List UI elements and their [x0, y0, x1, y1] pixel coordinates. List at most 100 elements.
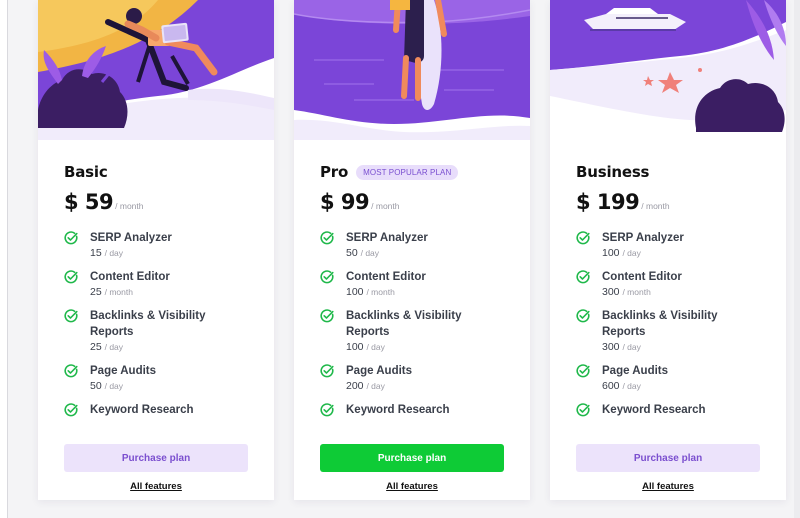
quantity-value: 300	[602, 341, 620, 353]
feature-quantity: 25 / month	[90, 285, 170, 300]
feature-item: Content Editor 25 / month	[64, 269, 248, 300]
purchase-plan-button[interactable]: Purchase plan	[64, 444, 248, 472]
check-circle-icon	[320, 309, 334, 323]
purchase-plan-button[interactable]: Purchase plan	[320, 444, 504, 472]
feature-quantity: 15 / day	[90, 246, 172, 261]
feature-quantity: 100 / day	[602, 246, 684, 261]
quantity-value: 25	[90, 286, 102, 298]
scrollbar-track[interactable]	[794, 0, 800, 518]
price-period: / month	[641, 201, 670, 211]
feature-item: Backlinks & Visibility Reports 300 / day	[576, 308, 760, 355]
quantity-value: 600	[602, 380, 620, 392]
check-circle-icon	[576, 364, 590, 378]
feature-quantity: 50 / day	[90, 379, 156, 394]
feature-quantity: 50 / day	[346, 246, 428, 261]
feature-item: Content Editor 300 / month	[576, 269, 760, 300]
quantity-value: 100	[602, 247, 620, 259]
quantity-unit: / day	[366, 342, 385, 352]
feature-quantity: 100 / day	[346, 340, 504, 355]
check-circle-icon	[320, 403, 334, 417]
plan-card-pro: Pro MOST POPULAR PLAN $ 99 / month SERP …	[294, 0, 530, 500]
feature-quantity: 100 / month	[346, 285, 426, 300]
feature-name: SERP Analyzer	[90, 232, 172, 244]
quantity-value: 200	[346, 380, 364, 392]
quantity-value: 15	[90, 247, 102, 259]
feature-name: Keyword Research	[602, 404, 706, 416]
feature-list: SERP Analyzer 50 / day Content Editor 10…	[320, 230, 504, 418]
check-circle-icon	[576, 403, 590, 417]
plan-title: Basic	[64, 163, 108, 181]
check-circle-icon	[320, 270, 334, 284]
quantity-unit: / day	[104, 248, 124, 258]
feature-item: Page Audits 50 / day	[64, 363, 248, 394]
quantity-unit: / day	[366, 381, 385, 391]
feature-name: SERP Analyzer	[346, 232, 428, 244]
feature-item: Content Editor 100 / month	[320, 269, 504, 300]
feature-quantity: 200 / day	[346, 379, 412, 394]
check-circle-icon	[320, 364, 334, 378]
feature-item: Keyword Research	[64, 402, 248, 418]
check-circle-icon	[64, 231, 78, 245]
quantity-value: 100	[346, 341, 364, 353]
feature-list: SERP Analyzer 15 / day Content Editor 25…	[64, 230, 248, 418]
check-circle-icon	[320, 231, 334, 245]
quantity-unit: / month	[622, 287, 651, 297]
quantity-unit: / day	[360, 248, 380, 258]
feature-name: Content Editor	[90, 271, 170, 283]
feature-name: Content Editor	[602, 271, 682, 283]
plan-price: $ 99	[320, 190, 370, 214]
quantity-value: 25	[90, 341, 102, 353]
quantity-value: 100	[346, 286, 364, 298]
quantity-unit: / month	[366, 287, 395, 297]
quantity-unit: / day	[104, 381, 124, 391]
feature-name: Backlinks & Visibility Reports	[602, 310, 718, 338]
feature-name: Content Editor	[346, 271, 426, 283]
quantity-unit: / day	[622, 342, 641, 352]
plan-price: $ 199	[576, 190, 640, 214]
plan-card-business: Business $ 199 / month SERP Analyzer 100…	[550, 0, 786, 500]
check-circle-icon	[64, 364, 78, 378]
feature-name: SERP Analyzer	[602, 232, 684, 244]
check-circle-icon	[64, 403, 78, 417]
all-features-link[interactable]: All features	[38, 481, 274, 492]
check-circle-icon	[576, 309, 590, 323]
all-features-link[interactable]: All features	[294, 481, 530, 492]
feature-item: Backlinks & Visibility Reports 25 / day	[64, 308, 248, 355]
price-period: / month	[371, 201, 400, 211]
feature-name: Page Audits	[602, 365, 669, 377]
quantity-unit: / day	[622, 381, 641, 391]
check-circle-icon	[64, 270, 78, 284]
all-features-link[interactable]: All features	[550, 481, 786, 492]
quantity-unit: / day	[104, 342, 124, 352]
feature-item: Page Audits 200 / day	[320, 363, 504, 394]
check-circle-icon	[576, 270, 590, 284]
feature-quantity: 300 / month	[602, 285, 682, 300]
feature-name: Backlinks & Visibility Reports	[90, 310, 206, 338]
quantity-unit: / month	[104, 287, 133, 297]
feature-name: Keyword Research	[346, 404, 450, 416]
quantity-value: 50	[90, 380, 102, 392]
feature-quantity: 300 / day	[602, 340, 760, 355]
quantity-unit: / day	[622, 248, 641, 258]
plan-title: Business	[576, 163, 650, 181]
feature-item: SERP Analyzer 15 / day	[64, 230, 248, 261]
feature-quantity: 600 / day	[602, 379, 668, 394]
feature-quantity: 25 / day	[90, 340, 248, 355]
popular-badge: MOST POPULAR PLAN	[356, 164, 459, 180]
quantity-value: 50	[346, 247, 358, 259]
feature-item: Keyword Research	[320, 402, 504, 418]
feature-item: SERP Analyzer 50 / day	[320, 230, 504, 261]
feature-name: Page Audits	[90, 365, 157, 377]
plan-title: Pro	[320, 163, 349, 181]
plan-price: $ 59	[64, 190, 114, 214]
feature-name: Keyword Research	[90, 404, 194, 416]
quantity-value: 300	[602, 286, 620, 298]
window-edge-left	[0, 0, 8, 518]
surfer-illustration	[294, 0, 530, 140]
plan-card-basic: Basic $ 59 / month SERP Analyzer 15 / da…	[38, 0, 274, 500]
yacht-starfish-illustration	[550, 0, 786, 140]
feature-item: SERP Analyzer 100 / day	[576, 230, 760, 261]
feature-name: Backlinks & Visibility Reports	[346, 310, 462, 338]
check-circle-icon	[576, 231, 590, 245]
purchase-plan-button[interactable]: Purchase plan	[576, 444, 760, 472]
